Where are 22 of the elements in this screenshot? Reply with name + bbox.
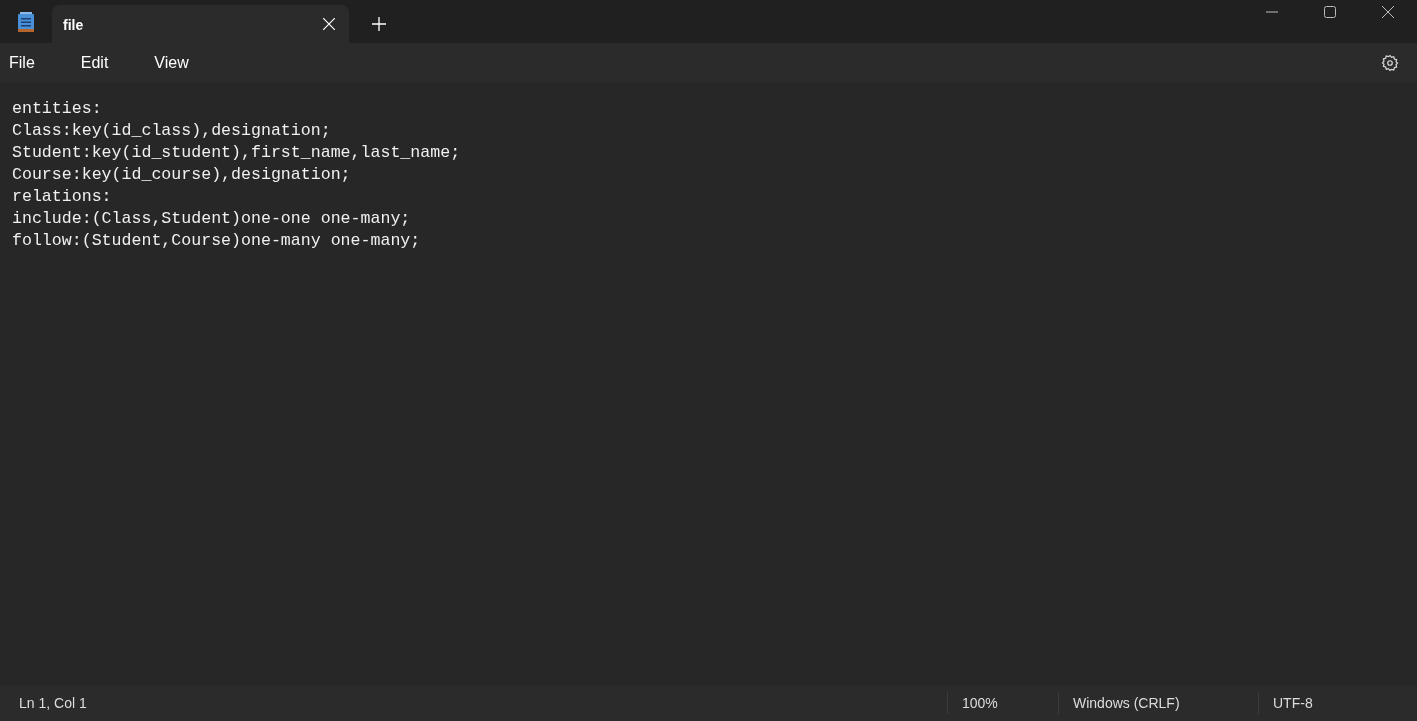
cursor-position: Ln 1, Col 1: [18, 693, 88, 713]
menu-item[interactable]: File: [0, 47, 44, 79]
menu-item[interactable]: View: [145, 47, 198, 79]
notepad-icon: [18, 11, 34, 32]
settings-icon[interactable]: [1381, 54, 1399, 72]
zoom-level: 100%: [947, 692, 1058, 714]
close-icon: [1382, 6, 1394, 18]
text-line: Class:key(id_class),designation;: [12, 120, 332, 142]
text-line: include:(Class,Student)one-one one-many;: [12, 208, 412, 230]
text-line: relations:: [12, 186, 113, 208]
text-line: Student:key(id_student),first_name,last_name;: [12, 142, 462, 164]
close-tab-icon[interactable]: [323, 18, 335, 30]
document-tab[interactable]: file: [52, 5, 349, 43]
menu-item[interactable]: Edit: [71, 47, 118, 79]
encoding: UTF-8: [1258, 692, 1417, 714]
text-line: Course:key(id_course),designation;: [12, 164, 352, 186]
plus-icon: [372, 17, 386, 31]
line-ending: Windows (CRLF): [1058, 692, 1258, 714]
minimize-icon: [1266, 11, 1278, 13]
text-line: entities:: [12, 98, 103, 120]
text-line: follow:(Student,Course)one-many one-many;: [12, 230, 422, 252]
maximize-icon: [1324, 6, 1336, 18]
